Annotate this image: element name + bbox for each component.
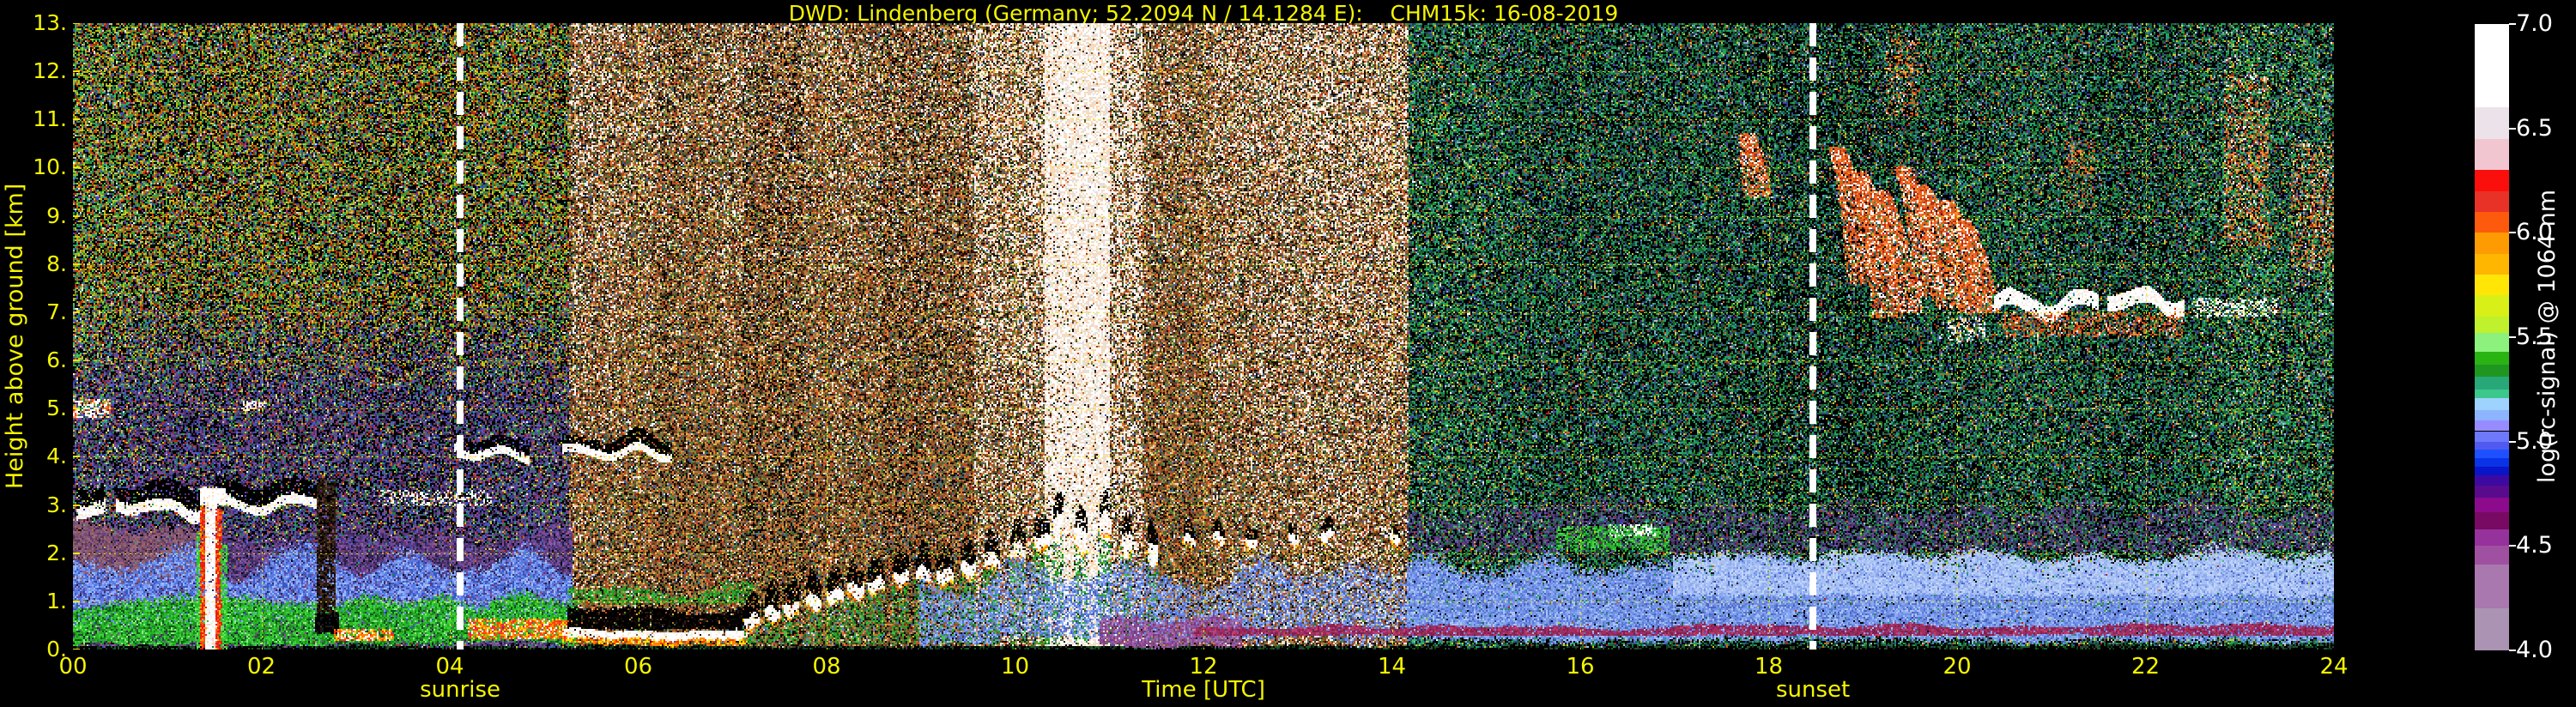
colorbar-segment <box>2475 138 2509 171</box>
sunrise-label: sunrise <box>420 677 501 703</box>
y-tick-label: 3. <box>46 492 67 517</box>
ceilometer-heatmap-canvas <box>73 23 2334 650</box>
colorbar-segment <box>2475 275 2509 296</box>
x-tick-label: 10 <box>1000 654 1030 680</box>
colorbar-tick-mark <box>2509 127 2516 130</box>
x-tick-label: 08 <box>812 654 841 680</box>
colorbar-segment <box>2475 529 2509 547</box>
y-tick-label: 11. <box>33 106 67 132</box>
x-tick-label: 20 <box>1943 654 1972 680</box>
colorbar-segment <box>2475 410 2509 421</box>
colorbar-segment <box>2475 498 2509 513</box>
x-tick-label: 02 <box>246 654 276 680</box>
x-tick-label: 04 <box>435 654 464 680</box>
figure-title: DWD: Lindenberg (Germany; 52.2094 N / 14… <box>788 1 1619 26</box>
y-tick-label: 2. <box>46 540 67 565</box>
colorbar-segment <box>2475 190 2509 212</box>
y-tick-label: 6. <box>46 347 67 373</box>
colorbar-segment <box>2475 170 2509 191</box>
colorbar-segment <box>2475 512 2509 529</box>
colorbar-tick-mark <box>2509 23 2516 25</box>
y-tick-label: 9. <box>46 202 67 228</box>
y-tick-label: 5. <box>46 396 67 421</box>
colorbar-tick-mark <box>2509 440 2516 443</box>
ceilometer-quicklook-figure: DWD: Lindenberg (Germany; 52.2094 N / 14… <box>0 0 2576 707</box>
y-tick-label: 4. <box>46 444 67 469</box>
colorbar-segment <box>2475 450 2509 459</box>
y-tick-label: 1. <box>46 588 67 613</box>
x-tick-label: 16 <box>1566 654 1595 680</box>
colorbar-segment <box>2475 316 2509 334</box>
colorbar-segment <box>2475 389 2509 398</box>
colorbar-tick-mark <box>2509 650 2516 651</box>
y-tick-label: 12. <box>33 58 67 84</box>
x-tick-label: 12 <box>1189 654 1218 680</box>
colorbar-segment <box>2475 352 2509 365</box>
colorbar-tick-mark <box>2509 336 2516 338</box>
colorbar-segment <box>2475 458 2509 467</box>
x-tick-label: 24 <box>2319 654 2349 680</box>
sunset-label: sunset <box>1775 677 1851 703</box>
y-tick-label: 8. <box>46 251 67 276</box>
colorbar-segment <box>2475 364 2509 378</box>
x-tick-label: 14 <box>1377 654 1407 680</box>
colorbar-segment <box>2475 397 2509 411</box>
x-axis-label: Time [UTC] <box>1142 677 1265 703</box>
colorbar-tick-mark <box>2509 545 2516 547</box>
x-tick-label: 00 <box>58 654 88 680</box>
colorbar-segment <box>2475 24 2509 108</box>
colorbar-segment <box>2475 608 2509 650</box>
colorbar-segment <box>2475 565 2509 609</box>
colorbar-segment <box>2475 431 2509 442</box>
colorbar-segment <box>2475 295 2509 317</box>
colorbar-segment <box>2475 466 2509 475</box>
colorbar-segment <box>2475 107 2509 139</box>
colorbar-segment <box>2475 485 2509 499</box>
colorbar <box>2475 24 2509 650</box>
x-tick-label: 22 <box>2131 654 2161 680</box>
colorbar-segment <box>2475 546 2509 565</box>
y-tick-label: 7. <box>46 299 67 324</box>
y-tick-label: 10. <box>33 154 67 180</box>
colorbar-segment <box>2475 233 2509 254</box>
x-tick-label: 18 <box>1754 654 1784 680</box>
colorbar-segment <box>2475 253 2509 275</box>
colorbar-segment <box>2475 377 2509 390</box>
colorbar-segment <box>2475 420 2509 432</box>
y-tick-label: 13. <box>33 10 67 35</box>
colorbar-axis-label: log(rc-signal) @ 1064 nm <box>2534 189 2561 484</box>
colorbar-tick-mark <box>2509 232 2516 234</box>
colorbar-segment <box>2475 333 2509 353</box>
colorbar-segment <box>2475 441 2509 450</box>
x-tick-label: 06 <box>623 654 653 680</box>
colorbar-segment <box>2475 212 2509 233</box>
colorbar-segment <box>2475 474 2509 486</box>
